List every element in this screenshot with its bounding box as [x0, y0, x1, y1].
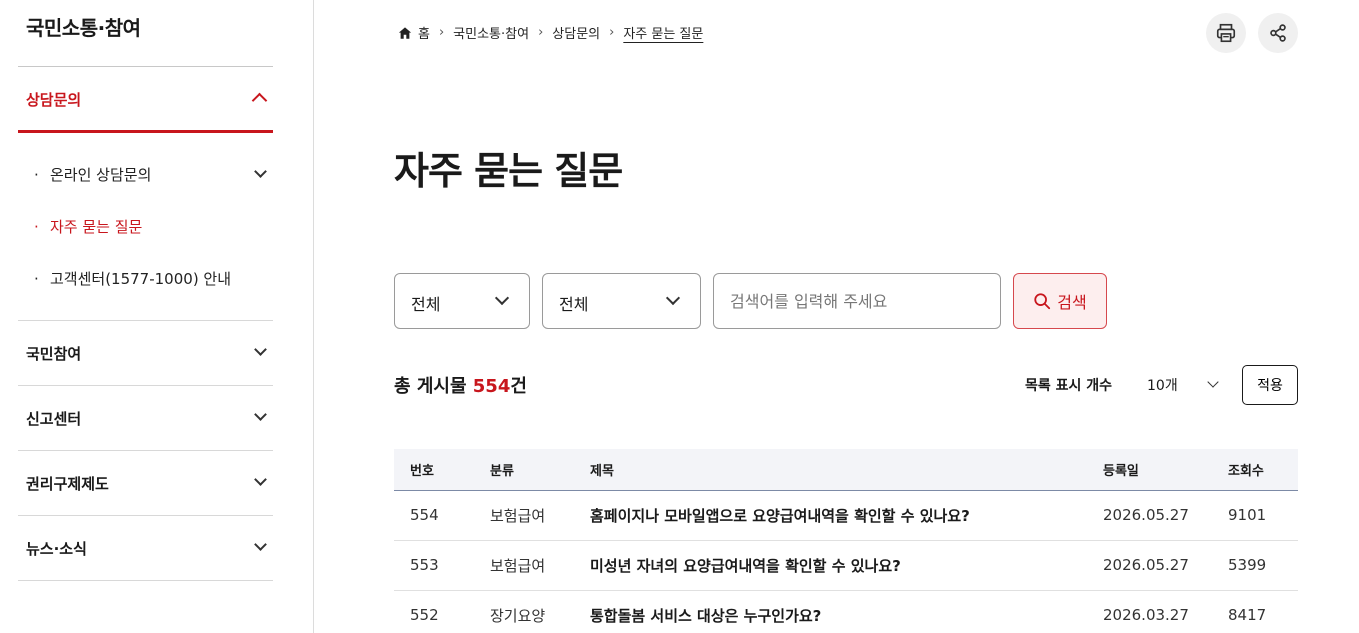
breadcrumb: 홈 › 국민소통·참여 › 상담문의 › 자주 묻는 질문	[398, 23, 703, 42]
category-select-2[interactable]: 전체	[542, 273, 701, 329]
page-title: 자주 묻는 질문	[394, 149, 623, 193]
column-header: 조회수	[1228, 463, 1264, 479]
sidebar-item-online-consult[interactable]: · 온라인 상담문의	[34, 164, 273, 185]
cell-category: 보험급여	[490, 506, 546, 525]
sidebar-item-label: 온라인 상담문의	[50, 166, 152, 184]
cell-title-link[interactable]: 미성년 자녀의 요양급여내역을 확인할 수 있나요?	[574, 540, 1087, 590]
table-row[interactable]: 552 장기요양 통합돌봄 서비스 대상은 누구인가요? 2026.03.27 …	[394, 590, 1298, 633]
sidebar-item-label: 자주 묻는 질문	[50, 218, 143, 236]
sidebar-item-faq[interactable]: · 자주 묻는 질문	[34, 216, 273, 237]
breadcrumb-home[interactable]: 홈	[418, 23, 430, 42]
cell-views: 9101	[1228, 506, 1267, 524]
total-prefix: 총 게시물	[394, 376, 473, 397]
sidebar-group-rights[interactable]: 권리구제제도	[18, 450, 273, 515]
column-header: 번호	[410, 463, 434, 479]
list-count-label: 목록 표시 개수	[1025, 378, 1113, 394]
sidebar: 국민소통·참여 상담문의 · 온라인 상담문의 · 자주 묻는 질문 · 고객센터(1…	[0, 0, 314, 633]
table-row[interactable]: 553 보험급여 미성년 자녀의 요양급여내역을 확인할 수 있나요? 2026…	[394, 540, 1298, 590]
cell-title-link[interactable]: 통합돌봄 서비스 대상은 누구인가요?	[574, 590, 1087, 633]
sidebar-section-label: 상담문의	[26, 91, 82, 109]
total-suffix: 건	[510, 376, 527, 397]
search-button-label: 검색	[1057, 293, 1087, 312]
chevron-right-icon: ›	[438, 25, 445, 40]
list-count-value: 10개	[1147, 378, 1178, 394]
select-value: 전체	[411, 295, 441, 314]
cell-number: 554	[410, 506, 439, 524]
sidebar-group-label: 권리구제제도	[26, 475, 109, 493]
chevron-down-icon	[1207, 376, 1219, 388]
total-count: 총 게시물 554건	[394, 372, 527, 398]
chevron-down-icon	[254, 165, 267, 178]
select-value: 전체	[559, 295, 589, 314]
faq-table: 번호 분류 제목 등록일 조회수 554 보험급여 홈페이지나 모바일앱으로 요…	[394, 449, 1298, 633]
cell-category: 장기요양	[490, 606, 546, 625]
breadcrumb-current[interactable]: 자주 묻는 질문	[623, 23, 703, 42]
sidebar-divider	[18, 580, 273, 581]
sidebar-group-report[interactable]: 신고센터	[18, 385, 273, 450]
chevron-down-icon	[254, 473, 267, 486]
category-select-1[interactable]: 전체	[394, 273, 530, 329]
chevron-right-icon: ›	[609, 25, 615, 40]
cell-title-link[interactable]: 홈페이지나 모바일앱으로 요양급여내역을 확인할 수 있나요?	[574, 490, 1087, 540]
search-icon	[1034, 293, 1051, 310]
cell-date: 2026.05.27	[1103, 556, 1189, 574]
sidebar-group-news[interactable]: 뉴스·소식	[18, 515, 273, 580]
search-button[interactable]: 검색	[1013, 273, 1107, 329]
breadcrumb-item[interactable]: 국민소통·참여	[453, 23, 529, 42]
cell-date: 2026.05.27	[1103, 506, 1189, 524]
sidebar-group-label: 신고센터	[26, 410, 82, 428]
bullet-icon: ·	[34, 166, 39, 184]
print-icon	[1216, 23, 1236, 43]
chevron-down-icon	[254, 538, 267, 551]
sidebar-group-participation[interactable]: 국민참여	[18, 320, 273, 385]
sidebar-group-label: 국민참여	[26, 345, 82, 363]
column-header: 제목	[590, 463, 614, 479]
sidebar-group-label: 뉴스·소식	[26, 540, 87, 558]
cell-category: 보험급여	[490, 556, 546, 575]
home-icon	[398, 26, 412, 39]
breadcrumb-item[interactable]: 상담문의	[552, 23, 600, 42]
column-header: 등록일	[1103, 463, 1139, 479]
chevron-down-icon	[665, 290, 681, 306]
cell-number: 552	[410, 606, 439, 624]
bullet-icon: ·	[34, 270, 39, 288]
chevron-down-icon	[494, 290, 510, 306]
total-number: 554	[472, 376, 511, 397]
cell-views: 5399	[1228, 556, 1267, 574]
apply-button[interactable]: 적용	[1242, 365, 1298, 405]
print-button[interactable]	[1206, 13, 1246, 53]
cell-date: 2026.03.27	[1103, 606, 1189, 624]
sidebar-title: 국민소통·참여	[26, 16, 141, 40]
sidebar-item-callcenter[interactable]: · 고객센터(1577-1000) 안내	[34, 268, 273, 289]
list-count-select[interactable]: 10개	[1147, 375, 1227, 395]
chevron-down-icon	[254, 343, 267, 356]
column-header: 분류	[490, 463, 514, 479]
sidebar-section-consult[interactable]: 상담문의	[18, 66, 273, 133]
share-button[interactable]	[1258, 13, 1298, 53]
share-icon	[1270, 24, 1286, 42]
table-row[interactable]: 554 보험급여 홈페이지나 모바일앱으로 요양급여내역을 확인할 수 있나요?…	[394, 490, 1298, 540]
sidebar-item-label: 고객센터(1577-1000) 안내	[50, 270, 232, 288]
cell-number: 553	[410, 556, 439, 574]
cell-views: 8417	[1228, 606, 1267, 624]
search-input[interactable]	[713, 273, 1001, 329]
chevron-up-icon	[251, 92, 268, 109]
chevron-right-icon: ›	[538, 25, 544, 40]
table-header-row: 번호 분류 제목 등록일 조회수	[394, 449, 1298, 490]
chevron-down-icon	[254, 408, 267, 421]
bullet-icon: ·	[34, 218, 39, 236]
